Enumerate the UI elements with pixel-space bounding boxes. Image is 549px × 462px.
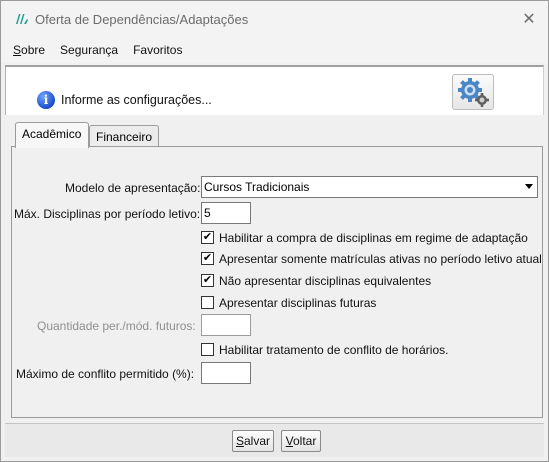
qtd-futuros-input[interactable]	[201, 314, 251, 336]
checkbox-compra-adaptacao-label: Habilitar a compra de disciplinas em reg…	[219, 231, 528, 245]
qtd-futuros-label: Quantidade per./mód. futuros:	[37, 319, 196, 333]
checkbox-disciplinas-futuras[interactable]	[201, 296, 214, 309]
menu-sobre[interactable]: Sobre	[13, 43, 45, 57]
header-panel: i Informe as configurações...	[5, 65, 544, 115]
checkbox-disciplinas-futuras-label: Apresentar disciplinas futuras	[219, 296, 377, 310]
tab-financeiro[interactable]: Financeiro	[89, 125, 159, 147]
max-conflito-label: Máximo de conflito permitido (%):	[16, 367, 195, 381]
info-icon: i	[37, 91, 55, 109]
checkbox-conflito-horarios-label: Habilitar tratamento de conflito de horá…	[219, 343, 449, 357]
max-disciplinas-input[interactable]: 5	[201, 202, 251, 224]
header-message: Informe as configurações...	[61, 93, 212, 107]
max-conflito-input[interactable]	[201, 362, 251, 384]
gear-icon	[458, 78, 489, 107]
save-button[interactable]: Salvar	[232, 430, 274, 452]
app-logo-icon	[16, 14, 28, 24]
close-icon: ✕	[522, 11, 536, 28]
tab-academico[interactable]: Acadêmico	[15, 122, 89, 148]
checkmark-icon: ✔	[202, 274, 213, 286]
window-title: Oferta de Dependências/Adaptações	[35, 12, 249, 27]
checkmark-icon: ✔	[202, 231, 213, 243]
menu-seguranca[interactable]: Segurança	[60, 43, 118, 57]
checkmark-icon: ✔	[202, 252, 213, 264]
checkbox-compra-adaptacao[interactable]: ✔	[201, 231, 214, 244]
dialog-window: Oferta de Dependências/Adaptações ✕ Sobr…	[0, 0, 549, 462]
checkbox-nao-equivalentes[interactable]: ✔	[201, 274, 214, 287]
back-button[interactable]: Voltar	[281, 430, 321, 452]
checkbox-matriculas-ativas[interactable]: ✔	[201, 252, 214, 265]
title-bar: Oferta de Dependências/Adaptações ✕	[1, 1, 548, 37]
checkbox-matriculas-ativas-label: Apresentar somente matrículas ativas no …	[219, 252, 542, 266]
checkbox-nao-equivalentes-label: Não apresentar disciplinas equivalentes	[219, 274, 432, 288]
max-disciplinas-label: Máx. Disciplinas por período letivo:	[14, 207, 201, 221]
modelo-selected-value: Cursos Tradicionais	[204, 180, 310, 194]
checkbox-conflito-horarios[interactable]	[201, 343, 214, 356]
close-button[interactable]: ✕	[514, 4, 544, 34]
modelo-label: Modelo de apresentação:	[65, 181, 201, 195]
modelo-select[interactable]: Cursos Tradicionais	[201, 176, 538, 198]
menu-bar: Sobre Segurança Favoritos	[1, 37, 548, 63]
chevron-down-icon	[525, 184, 533, 189]
button-bar	[5, 423, 544, 457]
menu-favoritos[interactable]: Favoritos	[133, 43, 182, 57]
settings-button[interactable]	[452, 74, 494, 110]
